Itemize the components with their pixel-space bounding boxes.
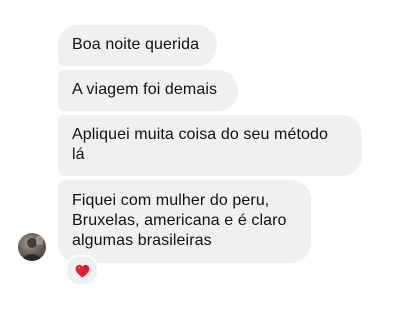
red-heart-icon bbox=[75, 264, 89, 277]
message-bubble[interactable]: A viagem foi demais bbox=[58, 70, 238, 111]
message-bubble[interactable]: Fiquei com mulher do peru, Bruxelas, ame… bbox=[58, 180, 311, 263]
heart-reaction[interactable] bbox=[65, 255, 99, 286]
sender-avatar[interactable] bbox=[18, 233, 46, 261]
profile-photo-icon bbox=[22, 236, 43, 261]
message-bubble[interactable]: Boa noite querida bbox=[58, 25, 217, 66]
message-bubble[interactable]: Apliquei muita coisa do seu método lá bbox=[58, 115, 362, 176]
message-thread: Boa noite querida A viagem foi demais Ap… bbox=[0, 0, 410, 311]
